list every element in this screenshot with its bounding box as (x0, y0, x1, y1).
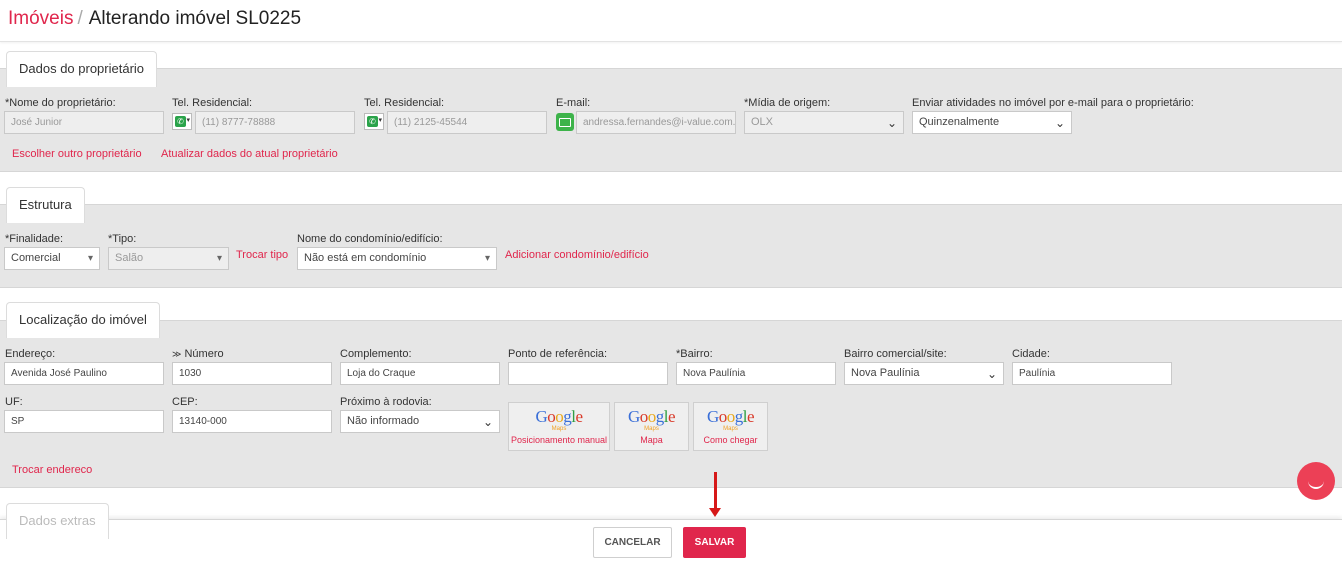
phone2-input[interactable]: (11) 2125-45544 (387, 111, 547, 134)
chat-bubble-icon[interactable] (1297, 462, 1335, 500)
reference-input[interactable] (508, 362, 668, 385)
cep-label: CEP: (172, 396, 198, 408)
purpose-label: *Finalidade: (5, 233, 64, 245)
city-input[interactable]: Paulínia (1012, 362, 1172, 385)
commercial-district-value: Nova Paulínia (851, 367, 920, 379)
update-owner-link[interactable]: Atualizar dados do atual proprietário (161, 148, 338, 160)
email-input[interactable]: andressa.fernandes@i-value.com. (576, 111, 736, 134)
change-address-link[interactable]: Trocar endereco (12, 464, 92, 476)
owner-name-label: *Nome do proprietário: (5, 97, 116, 109)
save-button[interactable]: SALVAR (683, 527, 746, 558)
chevron-down-icon: ▾ (378, 117, 382, 124)
purpose-select[interactable]: Comercial ▾ (4, 247, 100, 270)
maps-button-caption: Mapa (640, 435, 663, 445)
maps-sub-label: Maps (551, 426, 567, 432)
number-label: ≫ Número (172, 348, 224, 360)
phone-icon: ✆ (175, 116, 186, 127)
uf-input[interactable]: SP (4, 410, 164, 433)
number-input[interactable]: 1030 (172, 362, 332, 385)
choose-owner-link[interactable]: Escolher outro proprietário (12, 148, 142, 160)
chevron-down-icon: ⌄ (482, 415, 493, 429)
breadcrumb-separator: / (77, 8, 83, 29)
highway-label: Próximo à rodovia: (340, 396, 432, 408)
chevron-down-icon: ⌄ (1054, 116, 1065, 130)
send-activities-label: Enviar atividades no imóvel por e-mail p… (912, 97, 1194, 109)
email-icon (556, 113, 574, 131)
google-maps-logo-icon: Google (535, 407, 583, 426)
change-type-link[interactable]: Trocar tipo (236, 249, 288, 261)
arrow-down-icon (709, 472, 721, 517)
type-value: Salão (115, 252, 144, 264)
highway-select[interactable]: Não informado ⌄ (340, 410, 500, 433)
condo-label: Nome do condomínio/edifício: (297, 233, 443, 245)
caret-down-icon: ▾ (87, 253, 93, 264)
media-select-value: OLX (751, 116, 774, 128)
send-activities-select[interactable]: Quinzenalmente ⌄ (912, 111, 1072, 134)
maps-button-caption: Posicionamento manual (510, 435, 608, 445)
complement-label: Complemento: (340, 348, 412, 360)
district-label: *Bairro: (676, 348, 713, 360)
highway-value: Não informado (347, 415, 420, 427)
maps-manual-position-button[interactable]: Google Maps Posicionamento manual (508, 402, 610, 451)
google-maps-logo-icon: Google (627, 407, 676, 426)
maps-directions-button[interactable]: Google Maps Como chegar (693, 402, 768, 451)
phone1-label: Tel. Residencial: (172, 97, 253, 109)
media-label: *Mídia de origem: (744, 97, 831, 109)
commercial-district-select[interactable]: Nova Paulínia ⌄ (844, 362, 1004, 385)
maps-view-button[interactable]: Google Maps Mapa (614, 402, 689, 451)
maps-sub-label: Maps (644, 426, 659, 432)
add-condo-link[interactable]: Adicionar condomínio/edifício (505, 249, 649, 261)
caret-down-icon: ▾ (216, 253, 222, 264)
chevron-down-icon: ▾ (186, 117, 190, 124)
section-tab-structure: Estrutura (6, 187, 85, 223)
phone-type-dropdown[interactable]: ✆ ▾ (172, 113, 192, 130)
page-title: Alterando imóvel SL0225 (88, 8, 302, 29)
chevron-down-icon: ⌄ (886, 116, 897, 130)
phone-icon: ✆ (367, 116, 378, 127)
address-input[interactable]: Avenida José Paulino (4, 362, 164, 385)
type-label: *Tipo: (108, 233, 137, 245)
district-input[interactable]: Nova Paulínia (676, 362, 836, 385)
cancel-button[interactable]: CANCELAR (593, 527, 672, 558)
phone2-label: Tel. Residencial: (364, 97, 445, 109)
section-tab-location: Localização do imóvel (6, 302, 160, 338)
top-bar: Imóveis / Alterando imóvel SL0225 (0, 0, 1342, 42)
maps-sub-label: Maps (723, 426, 738, 432)
section-tab-owner: Dados do proprietário (6, 51, 158, 87)
phone-type-dropdown[interactable]: ✆ ▾ (364, 113, 384, 130)
city-label: Cidade: (1012, 348, 1050, 360)
commercial-district-label: Bairro comercial/site: (844, 348, 947, 360)
section-tab-extra: Dados extras (6, 503, 109, 539)
structure-panel (0, 204, 1342, 288)
condo-select[interactable]: Não está em condomínio ▾ (297, 247, 497, 270)
email-label: E-mail: (556, 97, 591, 109)
address-label: Endereço: (5, 348, 56, 360)
double-chevron-down-icon[interactable]: ≫ (172, 349, 181, 359)
owner-name-input[interactable]: José Junior (4, 111, 164, 134)
phone1-input[interactable]: (11) 8777-78888 (195, 111, 355, 134)
complement-input[interactable]: Loja do Craque (340, 362, 500, 385)
caret-down-icon: ▾ (484, 253, 490, 264)
maps-button-caption: Como chegar (703, 435, 758, 445)
breadcrumb: Imóveis / Alterando imóvel SL0225 (8, 7, 301, 31)
cep-input[interactable]: 13140-000 (172, 410, 332, 433)
condo-value: Não está em condomínio (304, 252, 427, 264)
breadcrumb-link-imoveis[interactable]: Imóveis (8, 8, 73, 29)
type-select[interactable]: Salão ▾ (108, 247, 229, 270)
reference-label: Ponto de referência: (508, 348, 608, 360)
google-maps-logo-icon: Google (706, 407, 755, 426)
uf-label: UF: (5, 396, 23, 408)
chevron-down-icon: ⌄ (986, 367, 997, 381)
purpose-value: Comercial (11, 252, 61, 264)
media-select[interactable]: OLX ⌄ (744, 111, 904, 134)
send-activities-value: Quinzenalmente (919, 116, 1000, 128)
